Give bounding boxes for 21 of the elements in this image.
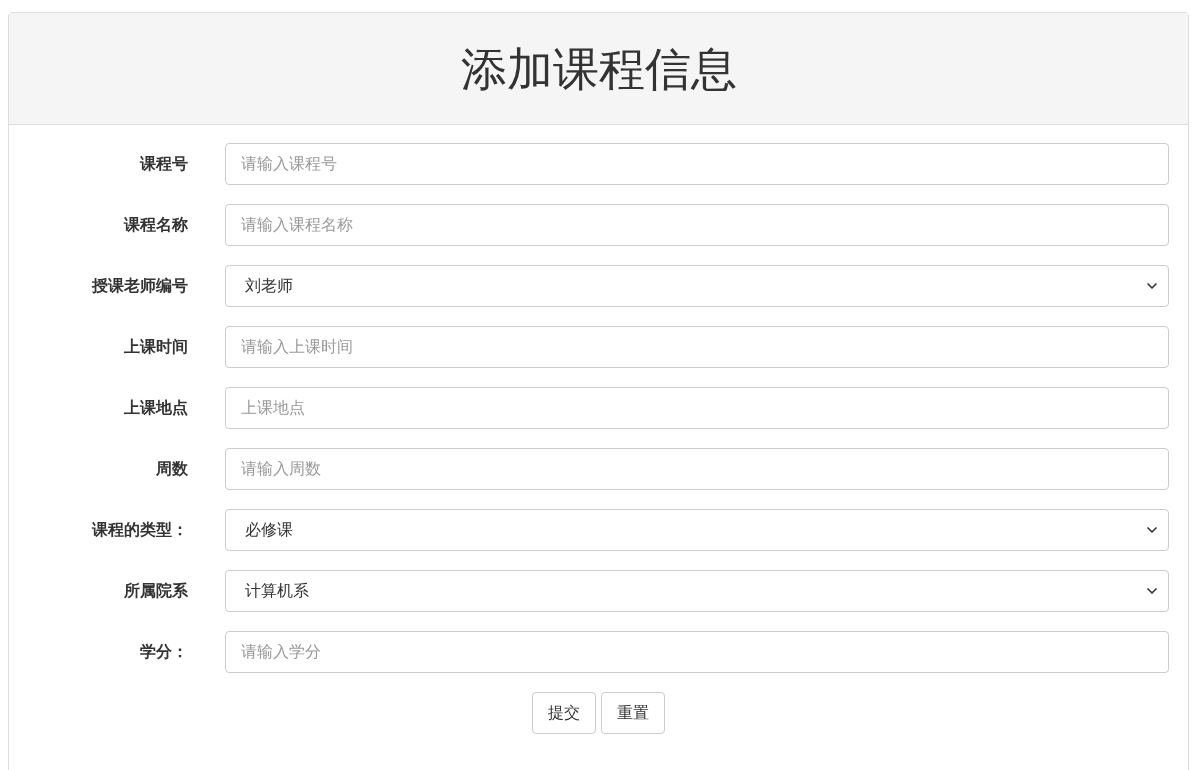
field-label: 课程号 (138, 154, 188, 174)
field-label: 上课时间 (123, 337, 188, 357)
field-label: 上课地点 (123, 398, 188, 418)
select-field[interactable]: 必修课 (225, 509, 1169, 551)
field-label: 周数 (155, 459, 188, 479)
field-label: 课程名称 (122, 215, 188, 235)
form-button[interactable]: 提交 (532, 692, 596, 734)
form-button[interactable]: 重置 (601, 692, 665, 734)
input-field[interactable]: 请输入课程号 (225, 143, 1169, 185)
page-title: 添加课程信息 (460, 45, 737, 92)
field-label: 授课老师编号 (91, 276, 188, 296)
field-label: 课程的类型： (90, 520, 188, 540)
field-label: 所属院系 (123, 581, 188, 601)
input-field[interactable]: 上课地点 (225, 387, 1169, 429)
select-field[interactable]: 计算机系 (225, 570, 1169, 612)
input-field[interactable]: 请输入学分 (225, 631, 1169, 673)
field-label: 学分： (139, 642, 188, 662)
input-field[interactable]: 请输入上课时间 (225, 326, 1169, 368)
input-field[interactable]: 请输入课程名称 (225, 204, 1169, 246)
input-field[interactable]: 请输入周数 (225, 448, 1169, 490)
select-field[interactable]: 刘老师 (225, 265, 1169, 307)
